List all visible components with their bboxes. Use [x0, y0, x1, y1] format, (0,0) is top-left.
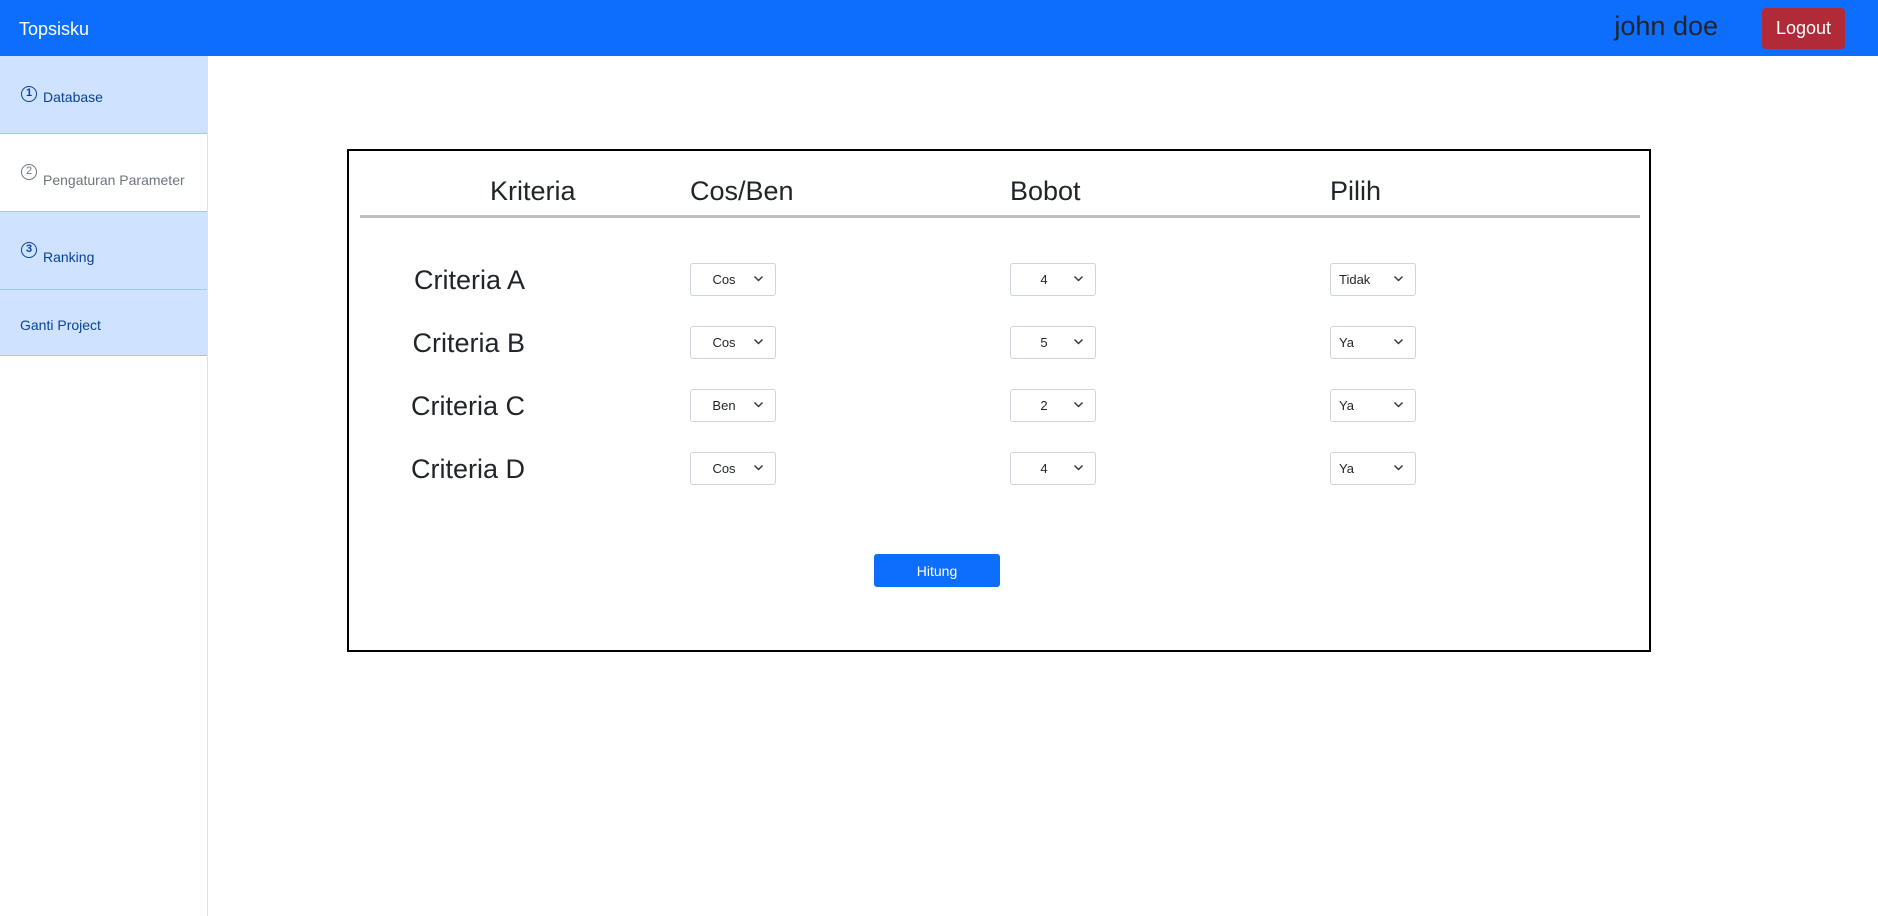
bobot-select[interactable]: 5 — [1010, 326, 1096, 359]
header-divider — [360, 215, 1640, 218]
pilih-select[interactable]: Ya — [1330, 452, 1416, 485]
selected-value: Ya — [1339, 398, 1354, 413]
step-3-icon: 3 — [21, 242, 37, 258]
header-kriteria: Kriteria — [490, 176, 576, 206]
bobot-select[interactable]: 4 — [1010, 263, 1096, 296]
chevron-down-icon — [1393, 338, 1404, 345]
chevron-down-icon — [1393, 275, 1404, 282]
selected-value: Ben — [712, 398, 736, 413]
chevron-down-icon — [753, 275, 764, 282]
selected-value: Cos — [712, 272, 736, 287]
table-header: Kriteria Cos/Ben Bobot Pilih — [349, 151, 1649, 221]
cos-ben-select[interactable]: Cos — [690, 263, 776, 296]
selected-value: Cos — [712, 335, 736, 350]
cos-ben-select[interactable]: Cos — [690, 452, 776, 485]
sidebar: 1 Database 2 Pengaturan Parameter 3 Rank… — [0, 56, 208, 916]
bobot-select[interactable]: 4 — [1010, 452, 1096, 485]
user-name: john doe — [1614, 11, 1718, 41]
pilih-select[interactable]: Tidak — [1330, 263, 1416, 296]
selected-value: Ya — [1339, 335, 1354, 350]
sidebar-item-ranking[interactable]: 3 Ranking — [0, 212, 207, 290]
cos-ben-select[interactable]: Cos — [690, 326, 776, 359]
parameter-card: Kriteria Cos/Ben Bobot Pilih Criteria A … — [347, 149, 1651, 652]
selected-value: Tidak — [1339, 272, 1371, 287]
table-row: Criteria D Cos 4 Ya — [349, 452, 1649, 492]
header-pilih: Pilih — [1330, 176, 1382, 206]
selected-value: 2 — [1040, 398, 1048, 413]
chevron-down-icon — [1393, 464, 1404, 471]
chevron-down-icon — [1393, 401, 1404, 408]
chevron-down-icon — [753, 401, 764, 408]
sidebar-item-label: Ganti Project — [20, 317, 101, 333]
sidebar-item-database[interactable]: 1 Database — [0, 56, 207, 134]
table-row: Criteria A Cos 4 Tidak — [349, 263, 1649, 303]
chevron-down-icon — [1073, 464, 1084, 471]
criteria-name: Criteria B — [412, 328, 525, 358]
chevron-down-icon — [1073, 338, 1084, 345]
table-row: Criteria B Cos 5 Ya — [349, 326, 1649, 366]
selected-value: Cos — [712, 461, 736, 476]
top-navbar: Topsisku john doe Logout — [0, 0, 1878, 56]
step-1-icon: 1 — [21, 86, 37, 102]
selected-value: 5 — [1040, 335, 1048, 350]
criteria-name: Criteria D — [410, 454, 525, 484]
bobot-select[interactable]: 2 — [1010, 389, 1096, 422]
header-bobot: Bobot — [1010, 176, 1081, 206]
step-2-icon: 2 — [21, 164, 37, 180]
criteria-name: Criteria C — [410, 391, 525, 421]
sidebar-item-label: Database — [43, 89, 103, 105]
cos-ben-select[interactable]: Ben — [690, 389, 776, 422]
sidebar-item-ganti-project[interactable]: Ganti Project — [0, 290, 207, 356]
chevron-down-icon — [753, 338, 764, 345]
logout-button[interactable]: Logout — [1761, 8, 1845, 49]
selected-value: Ya — [1339, 461, 1354, 476]
chevron-down-icon — [753, 464, 764, 471]
selected-value: 4 — [1040, 272, 1048, 287]
header-cos-ben: Cos/Ben — [690, 176, 794, 206]
sidebar-item-label: Ranking — [43, 249, 95, 265]
hitung-button[interactable]: Hitung — [874, 554, 1000, 587]
selected-value: 4 — [1040, 461, 1048, 476]
chevron-down-icon — [1073, 401, 1084, 408]
criteria-name: Criteria A — [413, 265, 525, 295]
pilih-select[interactable]: Ya — [1330, 326, 1416, 359]
sidebar-item-pengaturan-parameter[interactable]: 2 Pengaturan Parameter — [0, 134, 207, 212]
pilih-select[interactable]: Ya — [1330, 389, 1416, 422]
app-brand[interactable]: Topsisku — [19, 18, 89, 40]
sidebar-item-label: Pengaturan Parameter — [43, 172, 185, 188]
chevron-down-icon — [1073, 275, 1084, 282]
table-row: Criteria C Ben 2 Ya — [349, 389, 1649, 429]
